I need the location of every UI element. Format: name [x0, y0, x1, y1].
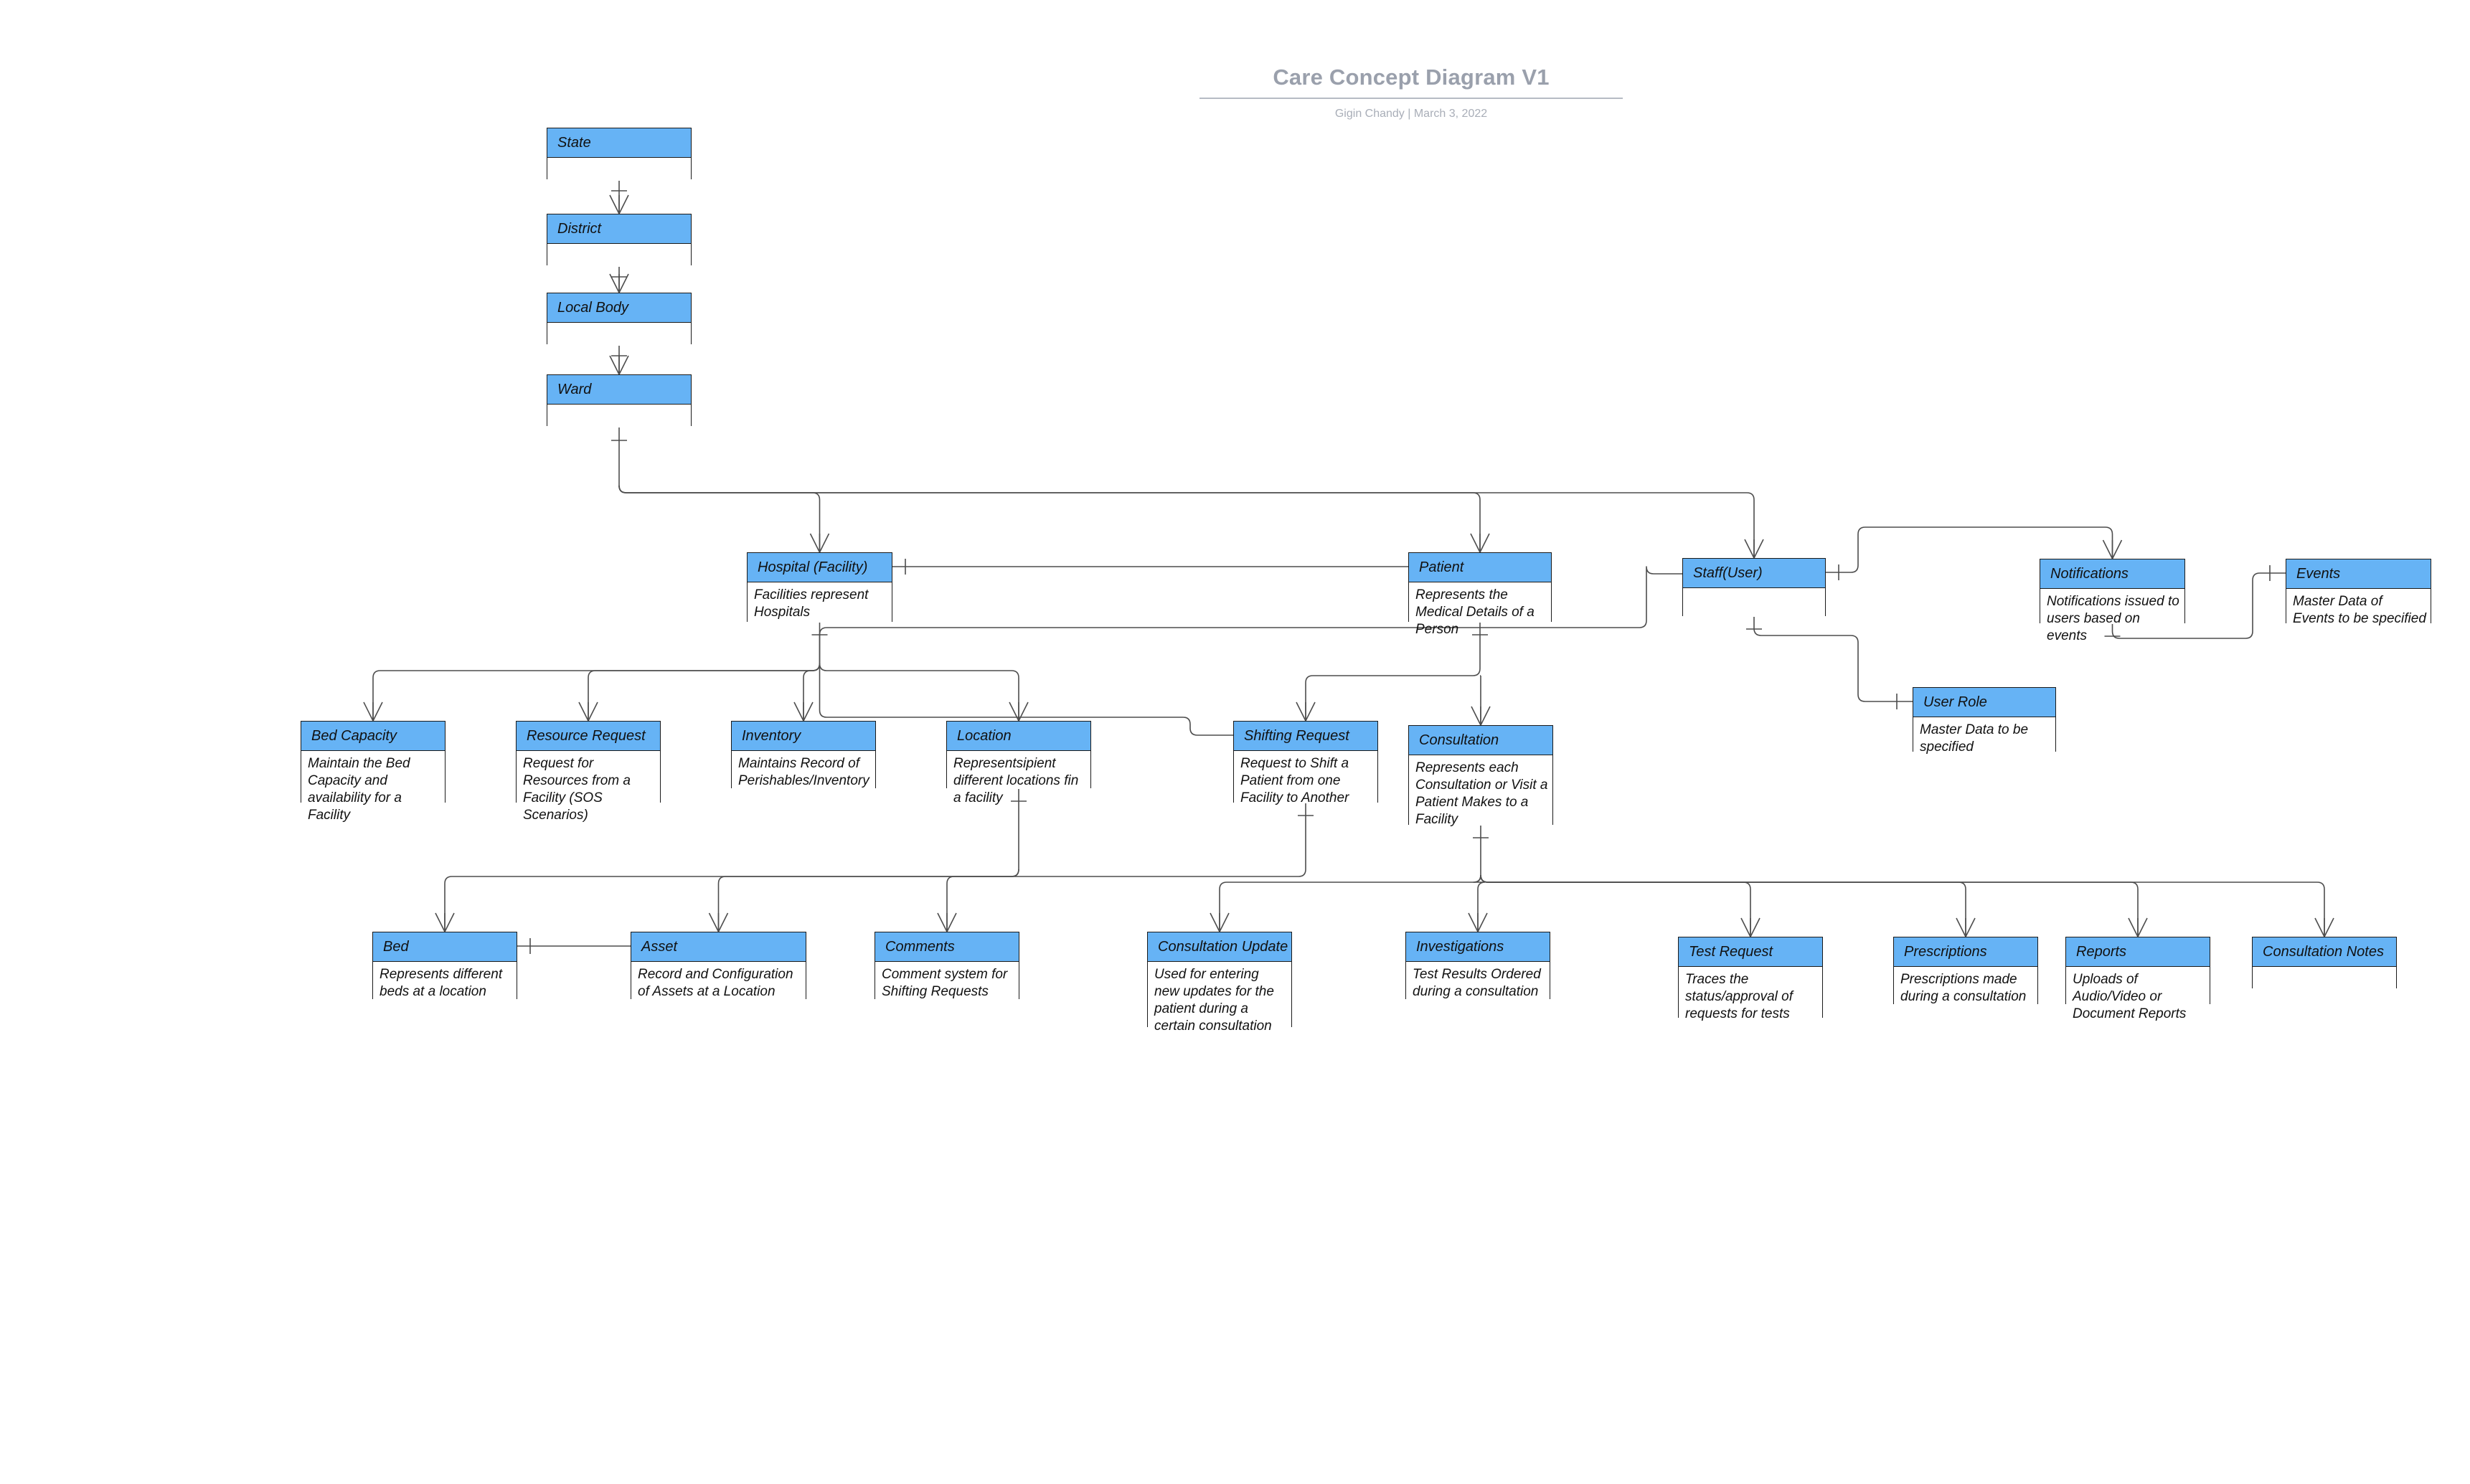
entity-description: Facilities represent Hospitals [748, 582, 892, 623]
entity-bed-capacity[interactable]: Bed Capacity Maintain the Bed Capacity an… [301, 721, 446, 823]
diagram-canvas: Care Concept Diagram V1 Gigin Chandy | M… [0, 0, 2470, 1484]
entity-name: Reports [2066, 937, 2210, 967]
entity-user-role[interactable]: User Role Master Data to be specified [1913, 687, 2056, 755]
entity-name: Resource Request [517, 722, 660, 751]
entity-description [547, 323, 691, 346]
entity-name: Prescriptions [1894, 937, 2037, 967]
entity-description: Represents different beds at a location [373, 962, 517, 1000]
entity-location[interactable]: Location Representsipient different locat… [946, 721, 1091, 805]
entity-name: Patient [1409, 553, 1551, 582]
entity-name: Asset [631, 932, 806, 962]
entity-description: Representsipient different locations fin… [947, 751, 1090, 805]
entity-description: Prescriptions made during a consultation [1894, 967, 2037, 1005]
entity-description: Uploads of Audio/Video or Document Repor… [2066, 967, 2210, 1021]
entity-description: Request to Shift a Patient from one Faci… [1234, 751, 1377, 805]
entity-name: Local Body [547, 293, 691, 323]
entity-name: Consultation [1409, 726, 1552, 755]
entity-consultation[interactable]: Consultation Represents each Consultation… [1408, 725, 1553, 827]
entity-name: Bed [373, 932, 517, 962]
entity-consultation-update[interactable]: Consultation Update Used for entering new… [1147, 932, 1292, 1034]
entity-description: Represents the Medical Details of a Pers… [1409, 582, 1551, 637]
entity-name: Bed Capacity [301, 722, 445, 751]
entity-shifting-request[interactable]: Shifting Request Request to Shift a Patie… [1233, 721, 1378, 805]
entity-local-body[interactable]: Local Body [547, 293, 692, 346]
entity-description: Master Data of Events to be specified [2286, 589, 2431, 626]
entity-patient[interactable]: Patient Represents the Medical Details of… [1408, 552, 1552, 637]
entity-name: State [547, 128, 691, 158]
entity-description [2253, 967, 2396, 989]
entity-investigations[interactable]: Investigations Test Results Ordered durin… [1405, 932, 1550, 1000]
entity-name: Hospital (Facility) [748, 553, 892, 582]
entity-inventory[interactable]: Inventory Maintains Record of Perishables… [731, 721, 876, 789]
entity-name: Shifting Request [1234, 722, 1377, 751]
entity-consultation-notes[interactable]: Consultation Notes [2252, 937, 2397, 989]
entity-description: Used for entering new updates for the pa… [1148, 962, 1291, 1034]
entity-description: Master Data to be specified [1913, 717, 2055, 755]
entity-test-request[interactable]: Test Request Traces the status/approval o… [1678, 937, 1823, 1021]
entity-name: Investigations [1406, 932, 1550, 962]
entity-prescriptions[interactable]: Prescriptions Prescriptions made during a… [1893, 937, 2038, 1005]
entity-description: Test Results Ordered during a consultati… [1406, 962, 1550, 1000]
entity-description: Maintain the Bed Capacity and availabili… [301, 751, 445, 823]
entity-name: User Role [1913, 688, 2055, 717]
entity-description: Request for Resources from a Facility (S… [517, 751, 660, 823]
entity-name: Staff(User) [1683, 559, 1825, 588]
entity-description: Record and Configuration of Assets at a … [631, 962, 806, 1000]
entity-description [547, 405, 691, 427]
entity-name: Test Request [1679, 937, 1822, 967]
entity-ward[interactable]: Ward [547, 374, 692, 427]
entity-notifications[interactable]: Notifications Notifications issued to use… [2040, 559, 2185, 643]
entity-name: Consultation Notes [2253, 937, 2396, 967]
entity-name: Events [2286, 559, 2431, 589]
page-subtitle: Gigin Chandy | March 3, 2022 [1334, 108, 1488, 120]
entity-description: Comment system for Shifting Requests [875, 962, 1019, 1000]
entity-staff-user[interactable]: Staff(User) [1682, 558, 1826, 617]
entity-name: Consultation Update [1148, 932, 1291, 962]
entity-description: Notifications issued to users based on e… [2040, 589, 2184, 643]
entity-description [547, 158, 691, 181]
entity-description: Traces the status/approval of requests f… [1679, 967, 1822, 1021]
entity-name: Ward [547, 375, 691, 405]
entity-asset[interactable]: Asset Record and Configuration of Assets … [631, 932, 806, 1000]
entity-description [1683, 588, 1825, 617]
entity-description [547, 244, 691, 267]
entity-name: District [547, 214, 691, 244]
entity-reports[interactable]: Reports Uploads of Audio/Video or Documen… [2065, 937, 2210, 1021]
entity-name: Notifications [2040, 559, 2184, 589]
entity-description: Represents each Consultation or Visit a … [1409, 755, 1552, 827]
entity-name: Location [947, 722, 1090, 751]
entity-resource-request[interactable]: Resource Request Request for Resources fr… [516, 721, 661, 823]
entity-district[interactable]: District [547, 214, 692, 267]
title-block: Care Concept Diagram V1 Gigin Chandy | M… [1199, 65, 1623, 120]
entity-name: Inventory [732, 722, 875, 751]
entity-bed[interactable]: Bed Represents different beds at a locati… [372, 932, 517, 1000]
entity-state[interactable]: State [547, 128, 692, 181]
entity-name: Comments [875, 932, 1019, 962]
page-title: Care Concept Diagram V1 [1199, 65, 1623, 99]
entity-description: Maintains Record of Perishables/Inventor… [732, 751, 875, 789]
entity-hospital-facility[interactable]: Hospital (Facility) Facilities represent … [747, 552, 892, 623]
entity-events[interactable]: Events Master Data of Events to be specif… [2286, 559, 2431, 626]
entity-comments[interactable]: Comments Comment system for Shifting Requ… [875, 932, 1019, 1000]
